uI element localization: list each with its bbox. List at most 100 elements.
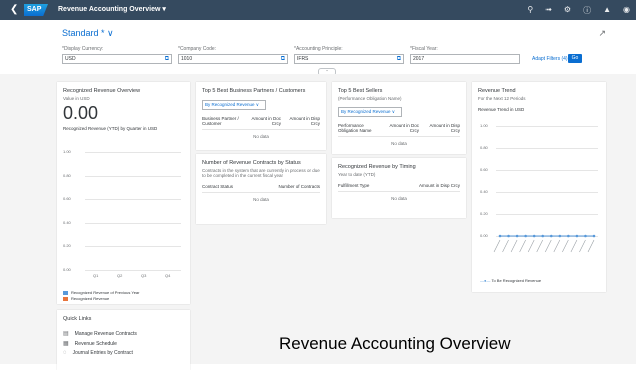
trend-point[interactable]: [584, 234, 587, 238]
trend-point[interactable]: [575, 234, 579, 238]
gridline: [85, 246, 181, 248]
filter-company-code: *Company Code: 1010 ⧉: [178, 46, 288, 64]
trend-line-svg: [493, 234, 596, 253]
gridline: [85, 199, 181, 201]
timing-table: Fulfillment Type Amount in Disp Crcy No d…: [338, 183, 460, 205]
filter-accounting-principle: *Accounting Principle: IFRS ⧉: [294, 46, 404, 64]
no-data-text: No data: [253, 197, 269, 202]
value-help-icon[interactable]: ⧉: [397, 55, 401, 63]
contracts-table: Contract Status Number of Contracts No da…: [202, 184, 320, 206]
kpi-value: 0.00: [63, 103, 99, 123]
table-header: Performance Obligation Name Amount in Doc…: [338, 123, 460, 137]
filter-display-currency: *Display Currency: USD ⧉: [62, 46, 172, 64]
x-tick-label: [579, 239, 586, 253]
app-title[interactable]: Revenue Accounting Overview ▾: [58, 5, 166, 13]
gridline: [85, 175, 181, 177]
legend-swatch: [63, 290, 68, 295]
trend-point[interactable]: [498, 234, 502, 238]
no-data-text: No data: [253, 134, 269, 139]
contract-icon: ▤: [63, 331, 69, 337]
trend-point[interactable]: [558, 234, 562, 238]
top-partners-card[interactable]: Top 5 Best Business Partners / Customers…: [196, 82, 326, 150]
filter-label: *Accounting Principle:: [294, 46, 343, 52]
card-title: Top 5 Best Business Partners / Customers: [202, 88, 306, 94]
accounting-principle-field[interactable]: IFRS ⧉: [294, 54, 404, 64]
x-tick-label: [587, 239, 595, 253]
notifications-icon[interactable]: ▲: [603, 5, 611, 16]
sap-logo[interactable]: SAP: [24, 4, 48, 16]
filter-label: *Fiscal Year:: [410, 46, 438, 52]
card-title: Quick Links: [63, 316, 92, 322]
x-tick-label: [502, 239, 509, 253]
trend-point[interactable]: [541, 234, 545, 238]
pin-icon[interactable]: ➟: [545, 5, 552, 16]
contracts-status-card[interactable]: Number of Revenue Contracts by Status Co…: [196, 154, 326, 224]
sellers-table: Performance Obligation Name Amount in Doc…: [338, 123, 460, 150]
journal-icon: ◌: [63, 350, 67, 356]
x-tick-label: Q4: [165, 273, 171, 278]
partners-sort-select[interactable]: By Recognized Revenue ∨: [202, 100, 266, 110]
card-title: Revenue Trend: [478, 88, 516, 94]
legend-swatch: [63, 296, 68, 301]
shell-actions: ⚲ ➟ ⚙ ⓘ ▲ ◉: [527, 5, 630, 16]
revenue-timing-card[interactable]: Recognized Revenue by Timing Year to dat…: [332, 158, 466, 218]
y-tick-label: 0.00: [63, 267, 71, 272]
revenue-trend-card[interactable]: Revenue Trend For the Next 12 Periods Re…: [472, 82, 606, 292]
card-subtitle: (Performance Obligation Name): [338, 96, 402, 101]
display-currency-field[interactable]: USD ⧉: [62, 54, 172, 64]
go-button[interactable]: Go: [568, 54, 582, 63]
avatar[interactable]: ◉: [623, 5, 630, 16]
y-tick-label: 0.20: [63, 243, 71, 249]
card-title: Top 5 Best Sellers: [338, 88, 383, 94]
trend-point[interactable]: [567, 234, 570, 238]
share-icon[interactable]: ↗: [598, 28, 606, 39]
adapt-filters-link[interactable]: Adapt Filters (4): [532, 56, 568, 62]
quick-link-manage-contracts[interactable]: ▤ Manage Revenue Contracts: [63, 330, 137, 337]
filter-bar: *Display Currency: USD ⧉ *Company Code: 1…: [62, 46, 582, 66]
card-subtitle: Contracts in the system that are current…: [202, 168, 320, 178]
quick-link-revenue-schedule[interactable]: ▦ Revenue Schedule: [63, 340, 117, 347]
card-subtitle: Year to date (YTD): [338, 172, 376, 177]
trend-point[interactable]: [507, 234, 510, 238]
table-header: Fulfillment Type Amount in Disp Crcy: [338, 183, 460, 192]
chevron-left-icon[interactable]: ❮: [10, 4, 18, 15]
shell-bar: ❮ SAP Revenue Accounting Overview ▾ ⚲ ➟ …: [0, 0, 636, 20]
top-sellers-card[interactable]: Top 5 Best Sellers (Performance Obligati…: [332, 82, 466, 154]
gear-icon[interactable]: ⚙: [564, 5, 571, 16]
sellers-sort-select[interactable]: By Recognized Revenue ∨: [338, 107, 402, 117]
gridline: [85, 152, 181, 153]
quick-link-journal-entries[interactable]: ◌ Journal Entries by Contract: [63, 350, 133, 356]
overview-card[interactable]: Recognized Revenue Overview Value in USD…: [57, 82, 190, 304]
trend-chart: 1.00 0.80 0.60 0.40 0.20 0.00: [472, 122, 606, 272]
variant-selector[interactable]: Standard * ∨: [62, 28, 114, 39]
y-tick-label: 0.60: [63, 196, 71, 202]
quick-links-card: Quick Links ▤ Manage Revenue Contracts ▦ R…: [57, 310, 190, 370]
filter-label: *Display Currency:: [62, 46, 104, 52]
y-tick-label: 0.80: [63, 172, 71, 178]
overlay-caption: Revenue Accounting Overview: [279, 334, 511, 353]
gridline: [85, 222, 181, 224]
x-tick-label: [527, 239, 535, 253]
search-icon[interactable]: ⚲: [527, 5, 533, 16]
trend-point[interactable]: [515, 234, 519, 238]
card-title: Recognized Revenue by Timing: [338, 164, 416, 170]
trend-point[interactable]: [524, 234, 527, 238]
filter-fiscal-year: *Fiscal Year: 2017: [410, 46, 520, 64]
x-tick-label: [493, 239, 501, 253]
chart-title: Revenue Trend in USD: [478, 107, 525, 112]
value-help-icon[interactable]: ⧉: [281, 55, 285, 63]
no-data-text: No data: [391, 141, 407, 146]
y-tick-label: 0.40: [63, 219, 71, 225]
help-icon[interactable]: ⓘ: [583, 5, 591, 16]
trend-point[interactable]: [549, 234, 553, 238]
fiscal-year-field[interactable]: 2017: [410, 54, 520, 64]
x-tick-label: Q1: [93, 273, 99, 278]
value-help-icon[interactable]: ⧉: [165, 55, 169, 63]
legend-item: —●— To Be Recognized Revenue: [480, 278, 542, 283]
trend-point[interactable]: [532, 234, 536, 238]
gridline: [85, 270, 181, 271]
x-tick-label: [536, 239, 543, 253]
company-code-field[interactable]: 1010 ⧉: [178, 54, 288, 64]
legend-item: Recognized Revenue of Previous Year: [63, 290, 140, 295]
trend-point[interactable]: [592, 234, 596, 238]
